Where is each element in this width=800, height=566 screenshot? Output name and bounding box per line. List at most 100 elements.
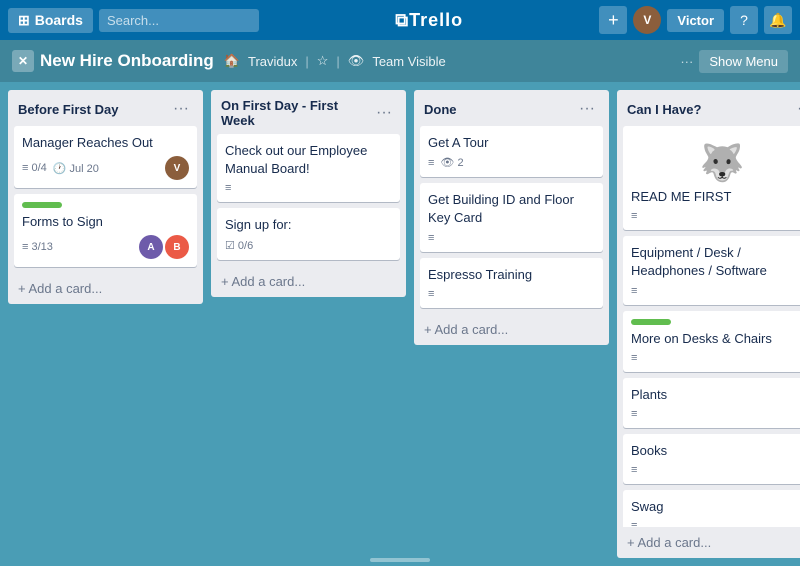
board-title: New Hire Onboarding: [40, 51, 214, 71]
list-list-1: Before First Day··· Manager Reaches Out ≡ …: [8, 90, 203, 304]
nav-right: + V Victor ? 🔔: [599, 6, 792, 34]
logo-icon: ⧉: [395, 10, 409, 31]
card[interactable]: Get Building ID and Floor Key Card≡: [420, 183, 603, 251]
card-title: Sign up for:: [225, 216, 392, 234]
list-title: Done: [424, 102, 575, 117]
card-meta: ≡: [428, 288, 595, 300]
logo-text: Trello: [409, 10, 463, 31]
plus-icon: +: [608, 10, 619, 31]
notification-button[interactable]: 🔔: [764, 6, 792, 34]
list-menu-button[interactable]: ···: [372, 102, 396, 124]
card-meta: ≡: [631, 210, 800, 222]
list-header: Can I Have?···: [617, 90, 800, 126]
card[interactable]: Espresso Training≡: [420, 258, 603, 308]
card-title: Books: [631, 442, 800, 460]
card-meta: ≡: [631, 464, 800, 476]
list-header: On First Day - First Week···: [211, 90, 406, 134]
card-meta: ≡: [225, 182, 392, 194]
mini-avatar: A: [139, 235, 163, 259]
meta-divider: |: [305, 54, 308, 69]
list-header: Before First Day···: [8, 90, 203, 126]
card-meta: ≡ 0/4🕐 Jul 20V: [22, 156, 189, 180]
boards-label: Boards: [35, 12, 83, 28]
card-label-green: [22, 202, 62, 208]
list-header: Done···: [414, 90, 609, 126]
list-menu-button[interactable]: ···: [793, 98, 800, 120]
card-meta-item: ≡: [428, 157, 434, 169]
user-menu-button[interactable]: Victor: [667, 9, 724, 32]
help-icon: ?: [740, 12, 748, 28]
card[interactable]: Forms to Sign≡ 3/13AB: [14, 194, 197, 267]
card-meta-item: ≡: [631, 520, 637, 527]
card-title: READ ME FIRST: [631, 188, 800, 206]
board-header-right: ··· Show Menu: [680, 50, 788, 73]
mini-avatar: V: [165, 156, 189, 180]
card-meta: ≡: [631, 520, 800, 527]
card-title: Plants: [631, 386, 800, 404]
add-card-button[interactable]: + Add a card...: [8, 273, 203, 304]
card-title: Check out our Employee Manual Board!: [225, 142, 392, 178]
card-meta-item: ≡: [631, 464, 637, 476]
card-title: Get A Tour: [428, 134, 595, 152]
board-header: ✕ New Hire Onboarding 🏠 Travidux | ☆ | 👁…: [0, 40, 800, 82]
board-title-group: ✕ New Hire Onboarding: [12, 50, 214, 72]
add-card-button[interactable]: + Add a card...: [211, 266, 406, 297]
user-name: Victor: [677, 13, 714, 28]
card-meta: ≡: [631, 285, 800, 297]
dog-image: 🐺: [631, 134, 800, 188]
card-meta: ≡: [631, 408, 800, 420]
card-meta-item: ≡: [428, 232, 434, 244]
list-list-3: Done··· Get A Tour ≡ 👁 2 Get Building ID and…: [414, 90, 609, 345]
logo: ⧉ Trello: [265, 10, 593, 31]
card[interactable]: Get A Tour ≡ 👁 2: [420, 126, 603, 177]
avatar[interactable]: V: [633, 6, 661, 34]
card-title: Equipment / Desk / Headphones / Software: [631, 244, 800, 280]
card-title: Swag: [631, 498, 800, 516]
card[interactable]: Check out our Employee Manual Board! ≡: [217, 134, 400, 202]
board-icon: ✕: [12, 50, 34, 72]
card-meta-item: ≡: [428, 288, 434, 300]
star-icon[interactable]: ☆: [317, 53, 329, 69]
card-title: Forms to Sign: [22, 213, 189, 231]
card-label-green: [631, 319, 671, 325]
card[interactable]: Books ≡: [623, 434, 800, 484]
card-meta: ≡ 👁 2: [428, 156, 595, 169]
workspace-icon: 🏠: [224, 53, 240, 69]
list-cards: Manager Reaches Out ≡ 0/4🕐 Jul 20V Forms t…: [8, 126, 203, 273]
card[interactable]: Plants ≡: [623, 378, 800, 428]
card-title: Manager Reaches Out: [22, 134, 189, 152]
card-meta: ≡: [428, 232, 595, 244]
card[interactable]: Manager Reaches Out ≡ 0/4🕐 Jul 20V: [14, 126, 197, 188]
card[interactable]: Sign up for:☑ 0/6: [217, 208, 400, 259]
card-meta-item: 👁 2: [440, 156, 463, 169]
ellipsis-icon: ···: [680, 54, 693, 69]
workspace-name: Travidux: [248, 54, 297, 69]
visibility-label: Team Visible: [372, 54, 445, 69]
card[interactable]: 🐺READ ME FIRST ≡: [623, 126, 800, 230]
help-button[interactable]: ?: [730, 6, 758, 34]
card-meta-item: ≡: [631, 285, 637, 297]
board-content: Before First Day··· Manager Reaches Out ≡ …: [0, 82, 800, 566]
card-meta-item: ≡: [631, 210, 637, 222]
card[interactable]: Swag ≡: [623, 490, 800, 527]
card-avatars: V: [165, 156, 189, 180]
card-meta: ≡: [631, 352, 800, 364]
top-nav: ⊞ Boards ⧉ Trello + V Victor ? 🔔: [0, 0, 800, 40]
show-menu-button[interactable]: Show Menu: [699, 50, 788, 73]
card[interactable]: Equipment / Desk / Headphones / Software…: [623, 236, 800, 304]
add-card-button[interactable]: + Add a card...: [414, 314, 609, 345]
card[interactable]: More on Desks & Chairs ≡: [623, 311, 800, 372]
bell-icon: 🔔: [769, 12, 786, 29]
card-title: More on Desks & Chairs: [631, 330, 800, 348]
list-title: Can I Have?: [627, 102, 793, 117]
search-input[interactable]: [99, 9, 259, 32]
card-meta-item: ≡: [225, 182, 231, 194]
list-menu-button[interactable]: ···: [575, 98, 599, 120]
list-menu-button[interactable]: ···: [169, 98, 193, 120]
card-meta-item: ≡ 3/13: [22, 241, 53, 253]
boards-button[interactable]: ⊞ Boards: [8, 8, 93, 33]
add-card-button[interactable]: + Add a card...: [617, 527, 800, 558]
show-menu-label: Show Menu: [709, 54, 778, 69]
board-meta: 🏠 Travidux | ☆ | 👁 Team Visible: [224, 53, 446, 69]
add-button[interactable]: +: [599, 6, 627, 34]
